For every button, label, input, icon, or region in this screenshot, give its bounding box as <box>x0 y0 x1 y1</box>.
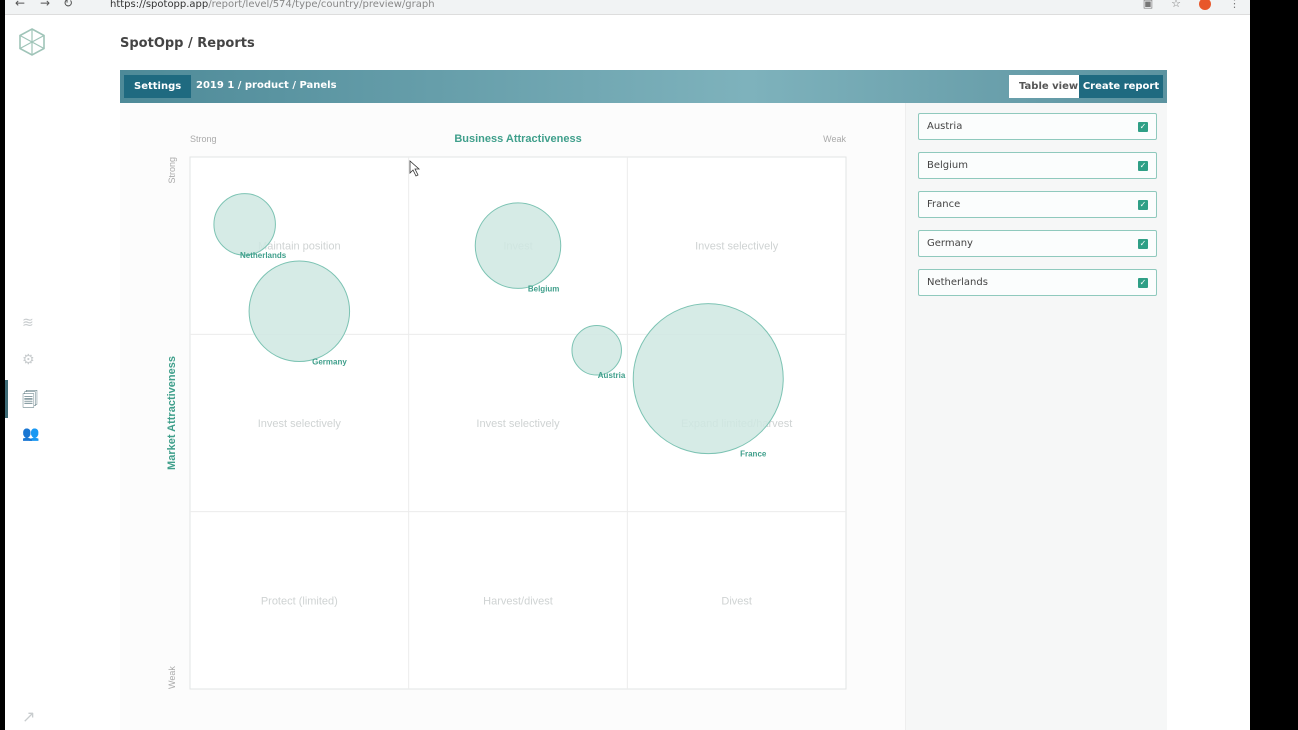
bubble-france <box>632 303 784 455</box>
x-axis-weak-label: Weak <box>823 134 846 144</box>
active-indicator <box>5 380 8 418</box>
courses-settings-icon[interactable]: ⚙ <box>22 352 42 372</box>
quadrant-label: Invest selectively <box>258 418 342 430</box>
url-host: https://spotopp.app <box>110 0 209 10</box>
country-label: Belgium <box>927 160 968 171</box>
checkbox-checked-icon[interactable]: ✓ <box>1138 278 1148 288</box>
quadrant-label: Protect (limited) <box>261 595 338 607</box>
chart-area: Maintain positionInvestInvest selectivel… <box>120 103 905 730</box>
settings-button[interactable]: Settings <box>124 75 192 98</box>
bubble-germany <box>248 260 351 363</box>
quadrant-label: Harvest/divest <box>483 595 553 607</box>
country-item[interactable]: Netherlands ✓ <box>918 269 1157 296</box>
page-title: SpotOpp / Reports <box>120 36 255 51</box>
bubble-label: Netherlands <box>240 251 287 260</box>
y-axis-strong-label: Strong <box>167 157 177 184</box>
x-axis-strong-label: Strong <box>190 134 217 144</box>
country-label: France <box>927 199 961 210</box>
star-icon[interactable]: ☆ <box>1171 0 1181 9</box>
bubble-label: Belgium <box>528 284 560 293</box>
users-icon[interactable]: 👥 <box>22 426 42 446</box>
url-path: /report/level/574/type/country/preview/g… <box>208 0 435 10</box>
y-axis-weak-label: Weak <box>167 666 177 689</box>
country-item[interactable]: Belgium ✓ <box>918 152 1157 179</box>
y-axis-title: Market Attractiveness <box>166 356 178 470</box>
quadrant-label: Divest <box>721 595 752 607</box>
logo-icon[interactable] <box>19 28 45 56</box>
back-icon[interactable]: ← <box>15 0 25 9</box>
external-link-icon[interactable]: ↗ <box>22 707 42 727</box>
bubble-label: France <box>740 450 767 459</box>
breadcrumb: 2019 1 / product / Panels <box>196 80 337 91</box>
quadrant-label: Invest selectively <box>476 418 560 430</box>
forward-icon[interactable]: → <box>40 0 50 9</box>
app-window: ← → ↻ https://spotopp.app/report/level/5… <box>5 0 1250 730</box>
extension-icon[interactable]: ▣ <box>1143 0 1153 9</box>
country-label: Austria <box>927 121 963 132</box>
report-panel: Settings 2019 1 / product / Panels Table… <box>120 70 1167 730</box>
url-field[interactable]: https://spotopp.app/report/level/574/typ… <box>110 0 435 10</box>
avatar[interactable] <box>1199 0 1211 10</box>
quadrant-label: Invest selectively <box>695 241 779 253</box>
browser-bar: ← → ↻ https://spotopp.app/report/level/5… <box>5 0 1250 15</box>
country-label: Germany <box>927 238 973 249</box>
create-report-button[interactable]: Create report <box>1079 75 1163 98</box>
reload-icon[interactable]: ↻ <box>63 0 73 9</box>
sidebar: ≋ ⚙ 🗐 👥 ↗ <box>5 15 60 730</box>
bubble-belgium <box>474 202 562 289</box>
country-item[interactable]: Germany ✓ <box>918 230 1157 257</box>
country-label: Netherlands <box>927 277 988 288</box>
courses-edit-icon[interactable]: ≋ <box>22 315 42 335</box>
checkbox-checked-icon[interactable]: ✓ <box>1138 161 1148 171</box>
country-item[interactable]: Austria ✓ <box>918 113 1157 140</box>
checkbox-checked-icon[interactable]: ✓ <box>1138 122 1148 132</box>
bubble-label: Germany <box>312 358 347 367</box>
bubble-label: Austria <box>598 371 626 380</box>
country-item[interactable]: France ✓ <box>918 191 1157 218</box>
bubble-matrix-chart: Maintain positionInvestInvest selectivel… <box>166 133 847 690</box>
bubble-netherlands <box>213 193 276 256</box>
reports-icon[interactable]: 🗐 <box>22 389 42 409</box>
country-list: Austria ✓ Belgium ✓ France ✓ Germany ✓ Netherlan… <box>905 103 1167 730</box>
menu-icon[interactable]: ⋮ <box>1229 0 1240 9</box>
toolbar: Settings 2019 1 / product / Panels Table… <box>120 70 1167 103</box>
checkbox-checked-icon[interactable]: ✓ <box>1138 239 1148 249</box>
x-axis-title: Business Attractiveness <box>454 133 581 145</box>
table-view-button[interactable]: Table view <box>1009 75 1089 98</box>
checkbox-checked-icon[interactable]: ✓ <box>1138 200 1148 210</box>
bubble-austria <box>571 325 622 376</box>
